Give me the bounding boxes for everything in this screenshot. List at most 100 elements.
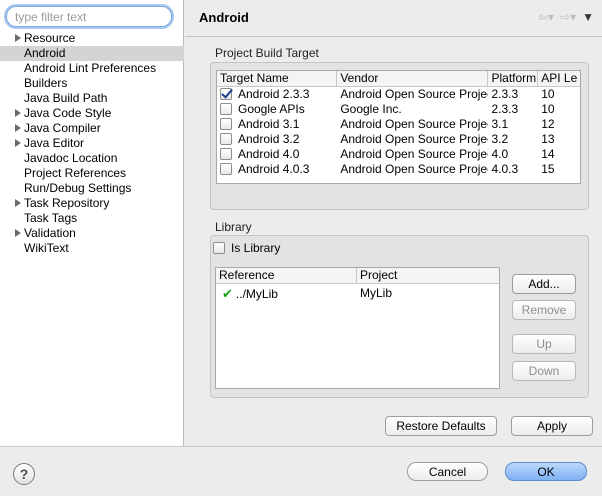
tree-item-label: Project References <box>24 166 127 180</box>
tree-item-builders[interactable]: Builders <box>0 76 184 91</box>
table-row[interactable]: Android 3.1 Android Open Source Project … <box>217 117 580 132</box>
tree-item-run-debug-settings[interactable]: Run/Debug Settings <box>0 181 184 196</box>
target-platform: 2.3.3 <box>491 102 519 116</box>
tree-item-label: Builders <box>24 76 68 90</box>
tree-item-task-repository[interactable]: Task Repository <box>0 196 184 211</box>
is-library-checkbox[interactable] <box>213 242 225 254</box>
expand-arrow-icon[interactable] <box>15 124 21 132</box>
filter-input[interactable] <box>6 6 172 27</box>
ok-button[interactable]: OK <box>505 462 587 481</box>
target-checkbox[interactable] <box>220 103 232 115</box>
column-header-reference[interactable]: Reference <box>216 268 357 283</box>
tree-item-label: Android <box>24 46 66 60</box>
target-api-level: 10 <box>541 102 555 116</box>
tree-item-android[interactable]: Android <box>0 46 184 61</box>
dialog-footer: ? Cancel OK <box>0 446 602 496</box>
move-down-button[interactable]: Down <box>512 361 576 381</box>
build-target-group: Target Name Vendor Platform API Le Andro… <box>210 62 589 210</box>
tree-item-label: Javadoc Location <box>24 151 118 165</box>
tree-item-validation[interactable]: Validation <box>0 226 184 241</box>
target-name: Android 3.1 <box>238 117 300 131</box>
target-name: Android 4.0.3 <box>238 162 310 176</box>
target-checkbox[interactable] <box>220 163 232 175</box>
tree-item-label: Android Lint Preferences <box>24 61 157 75</box>
cancel-button[interactable]: Cancel <box>407 462 488 481</box>
column-header-api-level[interactable]: API Le <box>538 71 580 86</box>
table-row[interactable]: Android 2.3.3 Android Open Source Projec… <box>217 87 580 102</box>
target-vendor: Android Open Source Project <box>340 147 489 161</box>
is-library-option[interactable]: Is Library <box>213 241 280 255</box>
tree-item-task-tags[interactable]: Task Tags <box>0 211 184 226</box>
preferences-tree-pane: Resource Android Android Lint Preference… <box>0 0 184 446</box>
tree-item-project-references[interactable]: Project References <box>0 166 184 181</box>
is-library-label: Is Library <box>231 241 281 255</box>
target-name: Android 3.2 <box>238 132 300 146</box>
target-platform: 4.0.3 <box>491 162 519 176</box>
expand-arrow-icon[interactable] <box>15 199 21 207</box>
title-separator <box>185 36 602 37</box>
tree-item-android-lint-preferences[interactable]: Android Lint Preferences <box>0 61 184 76</box>
library-table[interactable]: Reference Project ✔ ../MyLib MyLib <box>215 267 500 389</box>
help-icon[interactable]: ? <box>13 463 35 485</box>
expand-arrow-icon[interactable] <box>15 109 21 117</box>
table-row[interactable]: Android 4.0 Android Open Source Project … <box>217 147 580 162</box>
tree-item-wikitext[interactable]: WikiText <box>0 241 184 256</box>
target-platform: 3.2 <box>491 132 509 146</box>
apply-button[interactable]: Apply <box>511 416 593 436</box>
remove-library-button[interactable]: Remove <box>512 300 576 320</box>
forward-arrow-icon[interactable]: ⇨▾ <box>560 10 576 24</box>
expand-arrow-icon[interactable] <box>15 139 21 147</box>
restore-defaults-button[interactable]: Restore Defaults <box>385 416 497 436</box>
target-platform: 3.1 <box>491 117 509 131</box>
library-project: MyLib <box>360 286 393 300</box>
library-group-label: Library <box>215 220 252 234</box>
tree-item-java-code-style[interactable]: Java Code Style <box>0 106 184 121</box>
tree-item-label: Java Build Path <box>24 91 108 105</box>
target-checkbox[interactable] <box>220 133 232 145</box>
table-header: Target Name Vendor Platform API Le <box>217 71 580 87</box>
target-vendor: Android Open Source Project <box>340 117 489 131</box>
tree-item-label: Java Code Style <box>24 106 112 120</box>
tree-item-label: Task Tags <box>24 211 78 225</box>
expand-arrow-icon[interactable] <box>15 34 21 42</box>
tree-item-label: Run/Debug Settings <box>24 181 132 195</box>
tree-item-label: Task Repository <box>24 196 110 210</box>
column-header-target-name[interactable]: Target Name <box>217 71 338 86</box>
move-up-button[interactable]: Up <box>512 334 576 354</box>
target-api-level: 15 <box>541 162 555 176</box>
target-checkbox[interactable] <box>220 118 232 130</box>
tree-item-java-compiler[interactable]: Java Compiler <box>0 121 184 136</box>
build-target-table[interactable]: Target Name Vendor Platform API Le Andro… <box>216 70 581 184</box>
tree-item-java-build-path[interactable]: Java Build Path <box>0 91 184 106</box>
table-row[interactable]: Android 3.2 Android Open Source Project … <box>217 132 580 147</box>
table-row[interactable]: Android 4.0.3 Android Open Source Projec… <box>217 162 580 177</box>
view-menu-icon[interactable]: ▼ <box>582 10 594 24</box>
table-row[interactable]: ✔ ../MyLib MyLib <box>216 286 499 301</box>
preferences-tree: Resource Android Android Lint Preference… <box>0 31 184 256</box>
add-library-button[interactable]: Add... <box>512 274 576 294</box>
tree-item-label: WikiText <box>24 241 69 255</box>
tree-item-resource[interactable]: Resource <box>0 31 184 46</box>
column-header-platform[interactable]: Platform <box>488 71 539 86</box>
column-header-project[interactable]: Project <box>357 268 499 283</box>
target-name: Google APIs <box>238 102 305 116</box>
back-arrow-icon[interactable]: ⇦▾ <box>538 10 554 24</box>
tree-item-label: Resource <box>24 31 76 45</box>
expand-arrow-icon[interactable] <box>15 229 21 237</box>
target-vendor: Android Open Source Project <box>340 87 489 101</box>
table-header: Reference Project <box>216 268 499 284</box>
target-name: Android 4.0 <box>238 147 300 161</box>
target-checkbox[interactable] <box>220 88 232 100</box>
target-checkbox[interactable] <box>220 148 232 160</box>
preference-page: Android ⇦▾ ⇨▾ ▼ Project Build Target Tar… <box>185 0 602 446</box>
target-api-level: 14 <box>541 147 555 161</box>
tree-item-label: Validation <box>24 226 76 240</box>
table-row[interactable]: Google APIs Google Inc. 2.3.3 10 <box>217 102 580 117</box>
page-nav: ⇦▾ ⇨▾ ▼ <box>538 10 594 24</box>
target-vendor: Android Open Source Project <box>340 162 489 176</box>
target-api-level: 10 <box>541 87 555 101</box>
column-header-vendor[interactable]: Vendor <box>337 71 489 86</box>
tree-item-javadoc-location[interactable]: Javadoc Location <box>0 151 184 166</box>
page-title: Android <box>199 10 249 25</box>
tree-item-java-editor[interactable]: Java Editor <box>0 136 184 151</box>
